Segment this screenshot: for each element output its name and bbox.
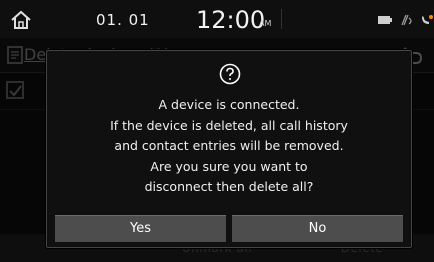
dialog-message-line: If the device is deleted, all call histo…	[110, 117, 348, 133]
home-icon[interactable]	[8, 8, 34, 32]
dialog-message-line: Are you sure you want to	[150, 158, 308, 174]
confirm-dialog: A device is connected. If the device is …	[46, 50, 412, 248]
status-divider	[281, 9, 282, 29]
dialog-message: A device is connected. If the device is …	[47, 95, 411, 198]
battery-icon	[378, 16, 392, 24]
screen: 01. 01 12:00 AM Delete device	[0, 0, 434, 262]
status-bar: 01. 01 12:00 AM	[0, 0, 434, 38]
status-time: 12:00	[196, 6, 266, 34]
yes-button[interactable]: Yes	[55, 215, 226, 242]
status-date: 01. 01	[96, 11, 150, 29]
dialog-message-line: disconnect then delete all?	[144, 179, 314, 194]
dialog-message-line: A device is connected.	[158, 97, 300, 112]
status-ampm: AM	[259, 19, 272, 28]
bluetooth-phone-icon	[422, 15, 433, 24]
status-icons	[378, 14, 433, 26]
dialog-message-line: and contact entries will be removed.	[114, 138, 344, 153]
no-button[interactable]: No	[232, 215, 403, 242]
question-icon	[219, 63, 241, 85]
signal-icon	[401, 14, 412, 26]
